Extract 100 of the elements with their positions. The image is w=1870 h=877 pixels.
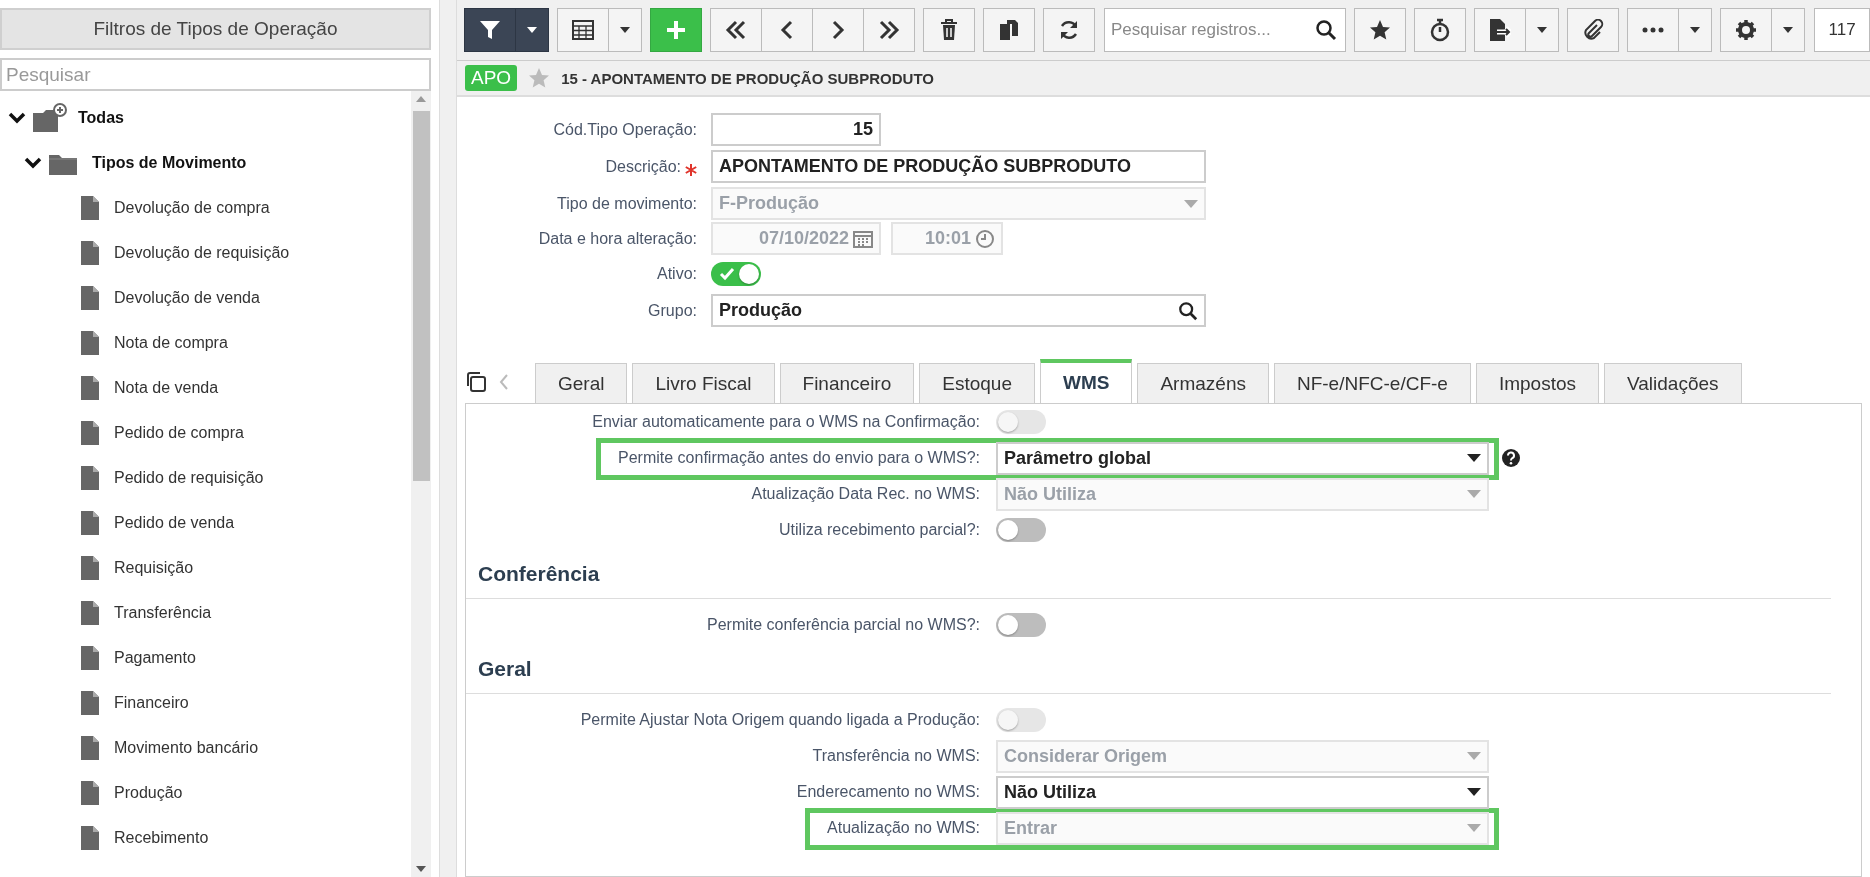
settings-button[interactable] [1720,8,1773,52]
section-heading: Conferência [478,562,600,585]
folder-plus-icon [32,102,68,133]
tree-item[interactable]: Todas [78,108,124,127]
field-label: Permite confirmação antes do envio para o WMS?: [618,449,980,467]
scroll-down-icon[interactable] [416,865,426,873]
dropdown-icon [619,26,631,34]
filter-button[interactable] [464,8,516,52]
tab[interactable]: Impostos [1475,363,1599,403]
tree-item[interactable]: Produção [114,783,183,802]
tree-item[interactable]: Tipos de Movimento [92,153,247,172]
file-icon [80,779,100,806]
previous-icon [780,20,794,40]
tab[interactable]: NF-e/NFC-e/CF-e [1273,363,1471,403]
tree-item[interactable]: Movimento bancário [114,738,259,757]
chevron-down-icon[interactable] [8,110,26,125]
previous-button[interactable] [761,8,813,52]
add-button[interactable] [650,8,702,52]
field-label: Tipo de movimento: [557,194,697,213]
tree-item[interactable]: Pedido de venda [114,513,235,532]
delete-icon [940,19,958,41]
tree-item[interactable]: Pedido de requisição [114,468,264,487]
field-label: Permite Ajustar Nota Origem quando ligada a Produção: [580,711,980,729]
file-icon [80,374,100,401]
tab[interactable]: Armazéns [1137,363,1269,403]
tree-item[interactable]: Nota de venda [114,378,219,397]
table-icon [572,20,594,40]
dropdown-icon [526,26,538,34]
search-icon[interactable] [1315,19,1338,41]
code-field[interactable]: 15 [711,113,881,146]
tree-item[interactable]: Pedido de compra [114,423,244,442]
tab[interactable]: Estoque [919,363,1035,403]
dropdown[interactable]: Não Utiliza [996,775,1489,809]
next-button[interactable] [812,8,864,52]
field-label: Grupo: [648,301,697,320]
toggle-switch[interactable] [996,518,1046,542]
field-label: Permite conferência parcial no WMS?: [707,616,980,634]
refresh-icon [1058,19,1080,41]
export-button[interactable] [1474,8,1527,52]
file-icon [80,509,100,536]
toggle-switch[interactable] [711,261,761,286]
first-record-icon [725,20,747,40]
chevron-down-icon[interactable] [24,155,42,170]
duplicate-button[interactable] [983,8,1035,52]
dropdown-icon [1782,26,1795,34]
type-badge: APO [465,65,518,91]
toggle-switch[interactable] [996,613,1046,637]
refresh-button[interactable] [1043,8,1095,52]
tab[interactable]: WMS [1040,359,1133,403]
tab[interactable]: Geral [535,363,628,403]
tree-item[interactable]: Requisição [114,558,194,577]
dropdown-icon [1536,26,1549,34]
check-icon [719,266,735,281]
dropdown[interactable]: Parâmetro global [996,441,1489,475]
more-button[interactable] [1627,8,1680,52]
first-record-button[interactable] [710,8,762,52]
file-icon [80,464,100,491]
group-field[interactable]: Produção [711,294,1206,327]
field-label: Descrição: [605,157,681,176]
tab[interactable]: Validações [1604,363,1742,403]
last-record-button[interactable] [863,8,915,52]
tree-item[interactable]: Recebimento [114,828,209,847]
next-icon [831,20,845,40]
favorite-button[interactable] [1354,8,1407,52]
field-label: Enderecamento no WMS: [796,783,980,801]
add-icon [665,19,687,41]
file-icon [80,824,100,851]
tab[interactable]: Financeiro [779,363,915,403]
search-field[interactable]: Pesquisar registros... [1104,8,1347,52]
dropdown-caret-icon[interactable] [1467,788,1481,796]
file-icon [80,239,100,266]
scroll-up-icon[interactable] [416,95,426,103]
tree-item[interactable]: Transferência [114,603,212,622]
attachment-button[interactable] [1567,8,1620,52]
duplicate-icon [999,19,1019,41]
field-label: Enviar automaticamente para o WMS na Confirmação: [592,413,980,431]
tree-item[interactable]: Devolução de requisição [114,243,290,262]
dropdown-button[interactable] [515,8,549,52]
file-icon [80,329,100,356]
timer-button[interactable] [1414,8,1467,52]
field-label: Atualização Data Rec. no WMS: [751,485,980,503]
tree-item[interactable]: Devolução de compra [114,198,270,217]
help-icon[interactable] [1501,448,1521,468]
scrollbar[interactable] [411,91,431,877]
field-label: Atualização no WMS: [827,819,980,837]
dropdown-caret-icon[interactable] [1467,454,1481,462]
settings-icon [1735,19,1758,41]
section-heading: Geral [478,657,532,680]
tree-item[interactable]: Nota de compra [114,333,228,352]
tab[interactable]: Livro Fiscal [632,363,775,403]
delete-button[interactable] [923,8,975,52]
tree-item[interactable]: Financeiro [114,693,189,712]
search-field[interactable]: Pesquisar [0,58,431,91]
search-icon[interactable] [1178,300,1198,321]
attachment-icon [1582,19,1605,41]
tree-item[interactable]: Pagamento [114,648,196,667]
description-field[interactable]: APONTAMENTO DE PRODUÇÃO SUBPRODUTO [711,150,1206,183]
copy-icon[interactable] [465,371,487,393]
tree-item[interactable]: Devolução de venda [114,288,260,307]
table-button[interactable] [557,8,609,52]
